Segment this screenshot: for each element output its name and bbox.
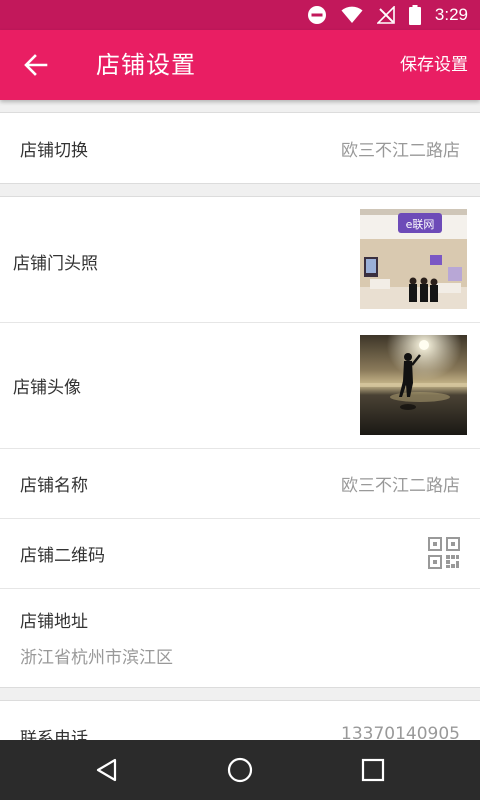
contact-phone-value: 13370140905 [341, 724, 460, 740]
contact-phone-label: 联系电话 [20, 729, 88, 740]
nav-recents-button[interactable] [358, 755, 388, 785]
store-name-value: 欧三不江二路店 [341, 476, 460, 496]
store-address-value: 浙江省杭州市滨江区 [20, 648, 173, 668]
clock: 3:29 [434, 5, 468, 24]
back-button[interactable] [22, 51, 50, 79]
storefront-sign-text: e联网 [406, 218, 435, 231]
nav-back-button[interactable] [92, 755, 122, 785]
nav-home-button[interactable] [225, 755, 255, 785]
qr-code-icon[interactable] [428, 537, 460, 569]
storefront-photo-image: e联网 [360, 209, 467, 309]
battery-icon [408, 5, 421, 25]
store-avatar-thumbnail[interactable] [360, 335, 467, 435]
home-circle-icon [227, 757, 253, 783]
no-signal-icon [376, 6, 395, 24]
section-store-switch: 店铺切换 欧三不江二路店 [0, 112, 480, 184]
section-contact: 联系电话 13370140905 [0, 700, 480, 740]
arrow-left-icon [24, 54, 48, 76]
system-nav-bar [0, 740, 480, 800]
store-qr-row[interactable]: 店铺二维码 [0, 519, 480, 589]
do-not-disturb-icon [307, 6, 326, 24]
status-bar: 3:29 [0, 0, 480, 30]
store-avatar-row[interactable]: 店铺头像 [0, 323, 480, 449]
page-title: 店铺设置 [96, 51, 196, 79]
storefront-photo-label: 店铺门头照 [13, 254, 98, 274]
store-name-row[interactable]: 店铺名称 欧三不江二路店 [0, 449, 480, 519]
settings-list: 店铺切换 欧三不江二路店 店铺门头照 e联网 店铺头像 店铺名称 欧三不江二路店… [0, 100, 480, 740]
store-address-row[interactable]: 店铺地址 浙江省杭州市滨江区 [0, 589, 480, 687]
storefront-photo-thumbnail[interactable]: e联网 [360, 209, 467, 309]
storefront-photo-row[interactable]: 店铺门头照 e联网 [0, 197, 480, 323]
store-address-label: 店铺地址 [20, 612, 88, 632]
app-bar: 店铺设置 保存设置 [0, 30, 480, 100]
store-switch-row[interactable]: 店铺切换 欧三不江二路店 [0, 113, 480, 183]
store-avatar-label: 店铺头像 [13, 378, 81, 398]
recents-square-icon [361, 758, 385, 782]
back-triangle-icon [96, 758, 117, 782]
section-store-details: 店铺门头照 e联网 店铺头像 店铺名称 欧三不江二路店 店铺二维码 店铺地址 浙… [0, 196, 480, 688]
save-settings-button[interactable]: 保存设置 [400, 30, 468, 100]
store-avatar-image [360, 335, 467, 435]
store-qr-label: 店铺二维码 [20, 546, 105, 566]
store-name-label: 店铺名称 [20, 476, 88, 496]
wifi-icon [341, 6, 363, 23]
store-switch-value: 欧三不江二路店 [341, 141, 460, 161]
store-switch-label: 店铺切换 [20, 141, 88, 161]
contact-phone-row[interactable]: 联系电话 13370140905 [0, 701, 480, 740]
